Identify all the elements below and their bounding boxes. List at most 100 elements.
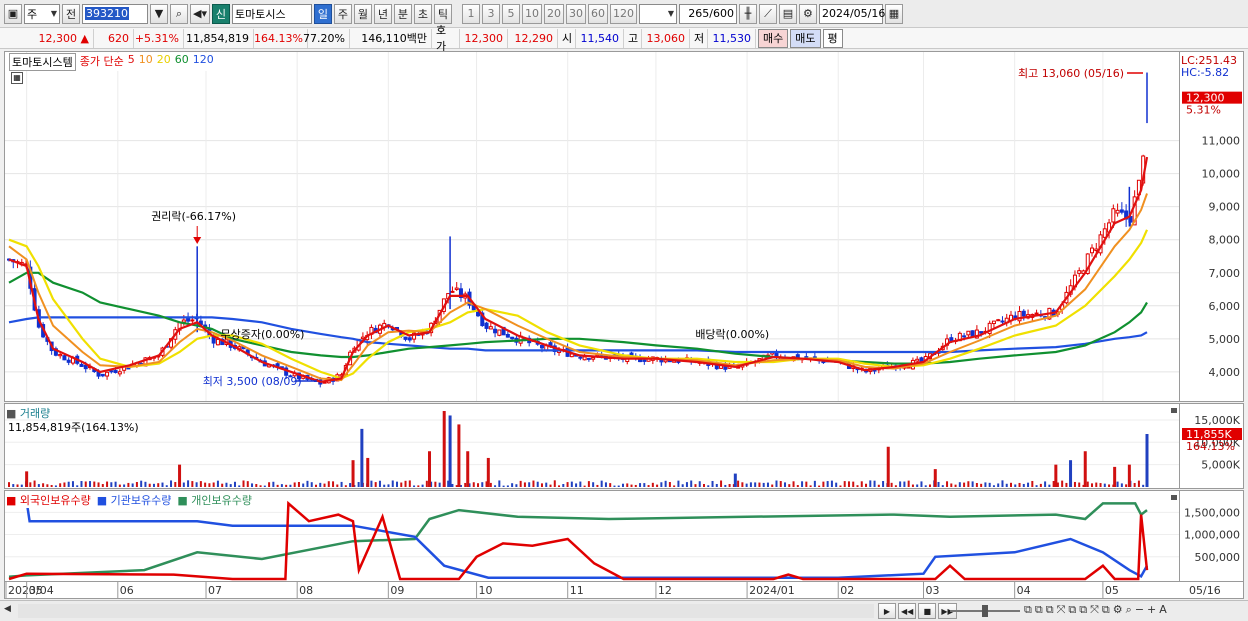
period-tick-tab[interactable]: 틱 (433, 3, 452, 24)
volume-bar (749, 482, 752, 487)
custom-interval-combo[interactable]: ▼ (638, 3, 677, 24)
interval-120-button[interactable]: 120 (609, 3, 637, 24)
type-combo[interactable]: 주 ▼ (24, 3, 60, 24)
layout-icon[interactable]: ⧉ (1024, 603, 1032, 617)
holdings-panel[interactable]: ■ 외국인보유수량 ■ 기관보유수량 ■ 개인보유수량 (4, 490, 1180, 582)
low-price: 11,530 (708, 28, 756, 48)
gear-icon[interactable]: ⚙ (798, 3, 817, 24)
volume-bar (805, 481, 808, 487)
volume-bar (182, 482, 185, 487)
volume-bar (208, 483, 211, 487)
save-icon[interactable]: ▤ (778, 3, 797, 24)
split-icon[interactable]: ⧉ (1035, 603, 1043, 617)
speaker-icon[interactable]: ◀▾ (190, 3, 210, 24)
search-icon[interactable]: ⌕ (170, 3, 188, 24)
interval-60-button[interactable]: 60 (587, 3, 608, 24)
high-price: 13,060 (642, 28, 690, 48)
interval-label: 1 (467, 7, 475, 20)
volume-bar (242, 480, 245, 487)
period-second-tab[interactable]: 초 (413, 3, 432, 24)
period-minute-tab[interactable]: 분 (393, 3, 412, 24)
volume-bar (813, 480, 816, 487)
sell-button[interactable]: 매도 (790, 28, 821, 48)
zoom-in-icon[interactable]: + (1147, 603, 1156, 617)
price-chart-panel[interactable]: 권리락(-66.17%) 무상증자(0.00%) 최저 3,500 (08/09) 배… (4, 51, 1180, 402)
search-icon[interactable]: ⌕ (1126, 603, 1132, 617)
overlay-icon[interactable]: ⧉ (1046, 603, 1054, 617)
date-input[interactable]: 2024/05/16 (818, 3, 885, 24)
volume-bar (425, 480, 428, 487)
scroll-right-icon[interactable]: ▶ (878, 603, 896, 619)
volume-bar (950, 483, 953, 487)
stop-icon[interactable]: ■ (918, 603, 937, 619)
period-month-tab[interactable]: 월 (353, 3, 372, 24)
calendar-icon[interactable]: ▦ (884, 3, 903, 24)
prev-button[interactable]: 전 (62, 3, 80, 24)
volume-bar (76, 485, 79, 487)
volume-bar (1120, 483, 1123, 487)
interval-20-button[interactable]: 20 (543, 3, 564, 24)
volume-bar (280, 484, 283, 487)
volume-bar (225, 482, 228, 487)
volume-bar (349, 483, 352, 487)
line-tool-icon[interactable]: ⟋ (758, 3, 777, 24)
stock-code-input[interactable]: 393210 (82, 3, 148, 24)
volume-bar (532, 480, 535, 487)
volume-bar (596, 484, 599, 487)
volume-bar (570, 481, 573, 487)
zoom-out-icon[interactable]: − (1135, 603, 1144, 617)
period-week-tab[interactable]: 주 (333, 3, 352, 24)
volume-tick-label: 5,000K (1201, 459, 1240, 472)
zoom-slider-handle[interactable] (982, 605, 988, 617)
grid-icon[interactable]: ▦ (11, 72, 23, 84)
expand-icon[interactable]: ⤧ (1090, 603, 1099, 617)
scroll-track[interactable] (18, 604, 874, 618)
rewind-icon[interactable]: ◀◀ (898, 603, 917, 619)
new-badge-label: 신 (215, 7, 227, 21)
volume-bar (144, 481, 147, 487)
interval-1-button[interactable]: 1 (461, 3, 480, 24)
window-icon[interactable]: ▣ (4, 3, 22, 24)
candle-body (450, 290, 455, 293)
volume-bar (1027, 482, 1030, 487)
volume-bar (97, 482, 100, 487)
volume-bar (16, 484, 19, 487)
low-price-value: 11,530 (712, 31, 752, 45)
time-tick-label: 06 (120, 584, 134, 597)
volume-bar (592, 482, 595, 487)
link-icon[interactable]: ⧉ (1079, 603, 1087, 617)
legend-stock-name[interactable]: 토마토시스템 (9, 53, 76, 71)
avg-button[interactable]: 평 (822, 28, 843, 48)
code-dropdown-button[interactable]: ▼ (150, 3, 168, 24)
period-year-tab[interactable]: 년 (373, 3, 392, 24)
axis-icon[interactable]: ⤧ (1057, 603, 1066, 617)
buy-button[interactable]: 매수 (758, 28, 789, 48)
period-day-tab[interactable]: 일 (313, 3, 332, 24)
interval-5-button[interactable]: 5 (501, 3, 520, 24)
count-input[interactable]: 265/600 (678, 3, 737, 24)
volume-bar (327, 481, 330, 487)
candle-body (578, 356, 583, 359)
interval-label: 30 (568, 7, 583, 20)
candle-body (505, 333, 510, 338)
stock-name-field[interactable]: 토마토시스 (231, 3, 312, 24)
candle-body (582, 356, 587, 361)
interval-label: 5 (507, 7, 515, 20)
compare-icon[interactable]: ⧉ (1068, 603, 1076, 617)
candle-type-icon[interactable]: ╫ (738, 3, 757, 24)
volume-bar (758, 482, 761, 487)
interval-3-button[interactable]: 3 (481, 3, 500, 24)
interval-10-button[interactable]: 10 (521, 3, 542, 24)
gear-icon[interactable]: ⚙ (1113, 603, 1123, 617)
volume-spike (428, 451, 432, 487)
scroll-left-icon[interactable]: ◀ (4, 604, 16, 618)
volume-chart[interactable] (5, 404, 1179, 488)
price-chart[interactable]: 권리락(-66.17%) 무상증자(0.00%) 최저 3,500 (08/09) 배… (5, 52, 1179, 401)
volume-bar (1116, 481, 1119, 487)
print-icon[interactable]: ⧉ (1102, 603, 1110, 617)
interval-30-button[interactable]: 30 (565, 3, 586, 24)
volume-bar (639, 483, 642, 487)
volume-panel[interactable]: ■ 거래량 11,854,819주(164.13%) (4, 403, 1180, 489)
font-icon[interactable]: A (1159, 603, 1167, 617)
candle-body (1034, 312, 1039, 315)
